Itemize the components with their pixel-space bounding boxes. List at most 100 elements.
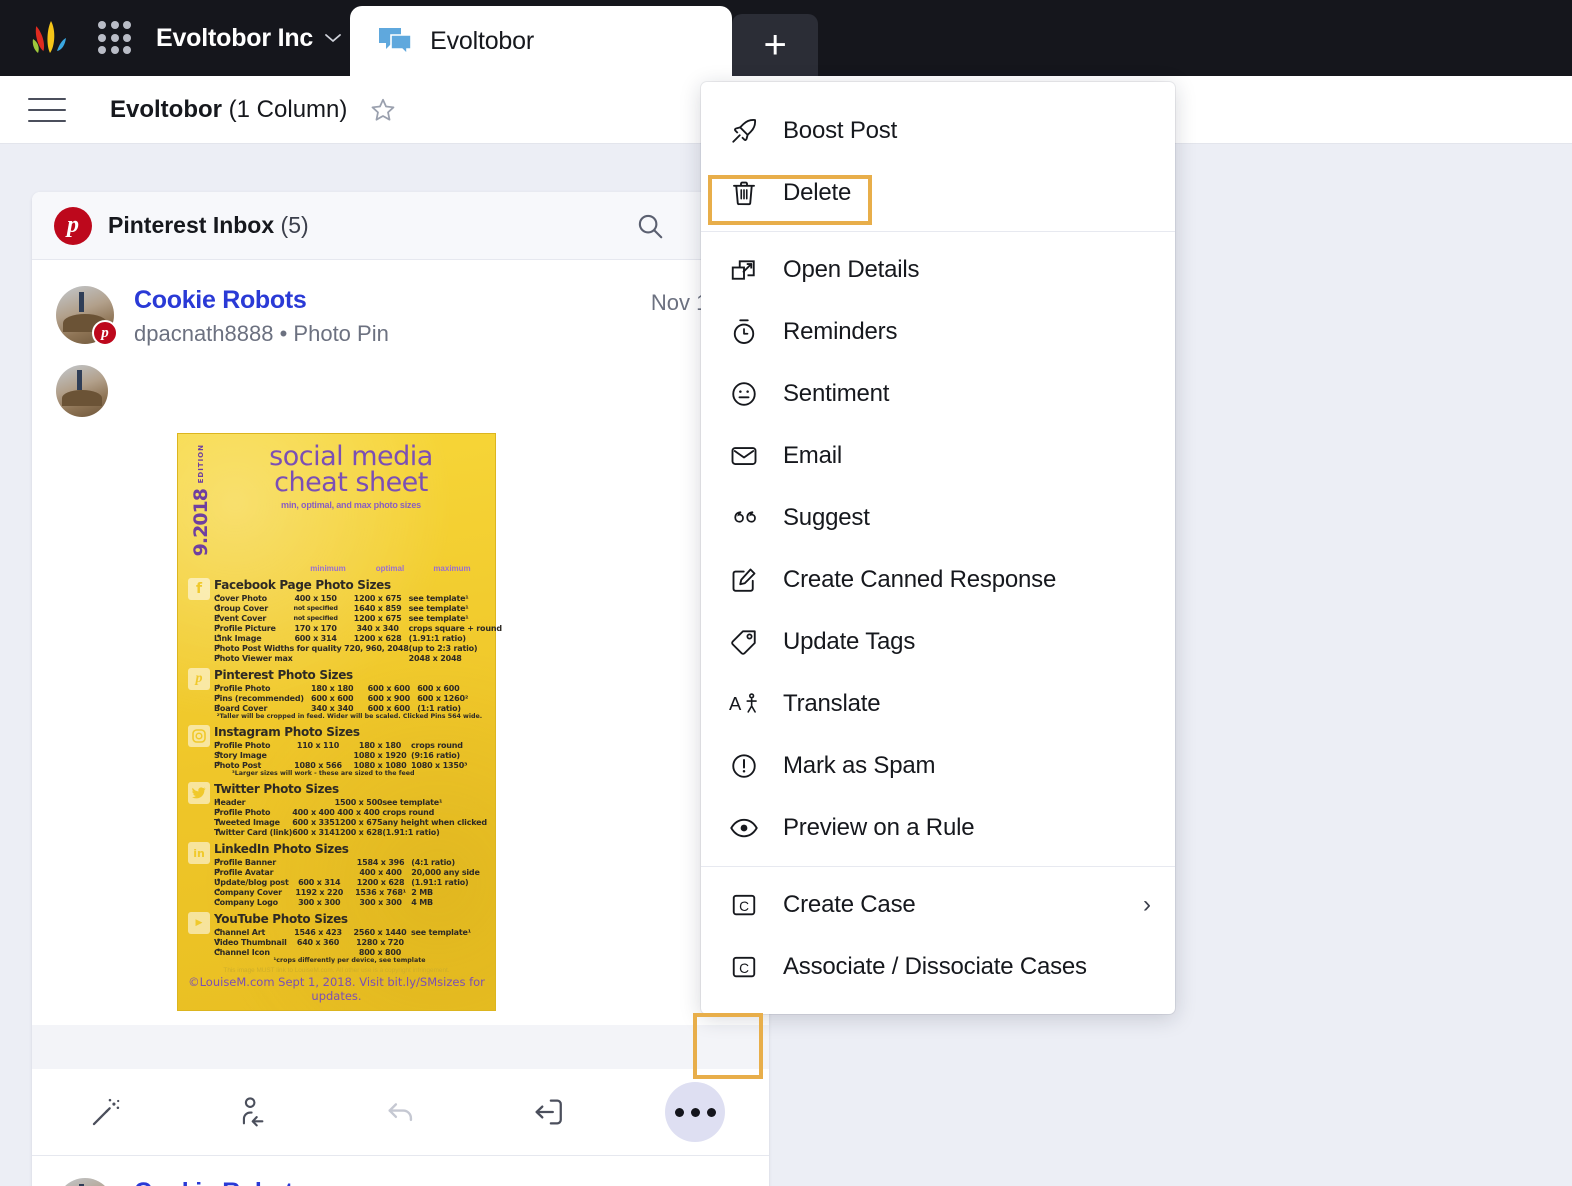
linkedin-icon: in [188,842,214,907]
table-row: Photo Post Widths for quality 720, 960, … [214,642,502,653]
menu-item-associate-dissociate-cases[interactable]: C Associate / Dissociate Cases [701,936,1175,998]
post-action-bar [32,1069,769,1156]
menu-item-suggest[interactable]: Suggest [701,487,1175,549]
table-row: Profile Photo180 x 180600 x 600600 x 600 [214,682,485,693]
action-more-options[interactable] [622,1082,769,1143]
action-smart-assist[interactable] [32,1095,179,1129]
page-title: Evoltobor (1 Column) [110,96,347,124]
menu-item-sentiment[interactable]: Sentiment [701,363,1175,425]
tab-evoltobor[interactable]: Evoltobor [350,6,733,76]
cheatsheet-disclaimer: This image MUST link to LouiseM.com. All… [223,967,450,975]
sprinklr-logo-icon[interactable] [26,15,72,61]
table-row: Photo Post1080 x 5661080 x 10801080 x 13… [214,759,485,770]
post-author[interactable]: Cookie Robots [134,1178,614,1186]
post-card[interactable]: p Cookie Robots dpacnath8888 • Photo Pin… [32,260,769,1157]
org-switcher-label[interactable]: Evoltobor Inc [156,24,313,53]
section-title: Facebook Page Photo Sizes [214,578,391,593]
social-media-cheat-sheet-image: 9.2018 EDITION social media cheat sheet … [177,433,502,1012]
menu-item-label: Suggest [783,504,870,531]
cheatsheet-section-facebook: f Facebook Page Photo Sizes Cover Photo4… [188,578,502,663]
translate-icon: A [729,689,771,719]
table-row: Event Covernot specified1200 x 675see te… [214,612,502,623]
cheatsheet-col-max: maximum [433,564,471,574]
move-out-icon [531,1095,565,1129]
menu-item-label: Reminders [783,318,898,345]
post-attachment[interactable]: 9.2018 EDITION social media cheat sheet … [32,417,769,1012]
action-move-out[interactable] [474,1095,621,1129]
more-options-icon[interactable] [665,1082,726,1143]
rocket-icon [729,116,771,146]
facebook-icon: f [188,578,214,663]
new-tab-button[interactable]: + [732,14,819,76]
cheatsheet-section-linkedin: in LinkedIn Photo Sizes Profile Banner15… [188,842,485,907]
table-row: Profile Banner1584 x 396(4:1 ratio) [214,856,485,867]
menu-item-open-details[interactable]: Open Details [701,239,1175,301]
cheatsheet-column-headers: minimum optimal maximum [188,564,485,573]
post-header: p Cookie Robots dpacnath8888 • Photo Pin… [32,1178,769,1186]
avatar[interactable]: p [56,286,118,346]
menu-item-email[interactable]: Email [701,425,1175,487]
table-row: Profile Photo400 x 400400 x 400crops rou… [214,806,487,817]
menu-item-mark-as-spam[interactable]: Mark as Spam [701,735,1175,797]
table-row: Profile Photo110 x 110180 x 180crops rou… [214,739,485,750]
cheatsheet-col-opt: optimal [375,564,405,574]
action-assign[interactable] [179,1095,326,1129]
table-row: Pins (recommended)600 x 600600 x 900600 … [214,692,485,703]
avatar[interactable]: p [56,1178,114,1186]
cheatsheet-section-instagram: Instagram Photo Sizes Profile Photo110 x… [188,725,485,777]
menu-item-label: Create Case [783,891,916,918]
top-bar: Evoltobor Inc Evoltobor + [0,0,1572,76]
menu-item-label: Translate [783,690,881,717]
tag-icon [729,627,771,657]
action-reply[interactable] [327,1095,474,1129]
menu-item-reminders[interactable]: Reminders [701,301,1175,363]
menu-item-create-case[interactable]: C Create Case › [701,874,1175,936]
post-type: Photo Pin [293,321,389,346]
menu-item-translate[interactable]: A Translate [701,673,1175,735]
table-row: Channel Art1546 x 4232560 x 1440see temp… [214,926,485,937]
post-author[interactable]: Cookie Robots [134,286,651,315]
post-body-spacer [32,1025,769,1070]
svg-text:C: C [739,961,749,976]
post-card[interactable]: p Cookie Robots dpacnath8888 • Photo Pin… [32,1156,769,1186]
case-icon: C [729,890,771,920]
chevron-down-icon[interactable] [324,32,342,44]
column-pinterest-inbox: p Pinterest Inbox (5) p Cookie Robots dp… [32,192,769,1186]
eye-icon [729,813,771,843]
column-header: p Pinterest Inbox (5) [32,192,769,260]
menu-item-update-tags[interactable]: Update Tags [701,611,1175,673]
menu-item-label: Mark as Spam [783,752,936,779]
post-handle: dpacnath8888 [134,321,274,346]
menu-item-label: Email [783,442,843,469]
tab-strip: Evoltobor + [350,0,819,76]
case-icon: C [729,952,771,982]
menu-item-preview-on-a-rule[interactable]: Preview on a Rule [701,797,1175,859]
cheatsheet-titles: social media cheat sheet min, optimal, a… [213,443,485,558]
delete-highlight-box [708,175,872,225]
pinterest-icon: p [54,206,92,245]
pinterest-icon: p [92,320,118,346]
tab-label: Evoltobor [430,26,534,55]
cheatsheet-edition-year: 9.2018 [190,489,212,557]
menu-item-label: Preview on a Rule [783,814,975,841]
twitter-icon [188,782,214,837]
cheatsheet-subtitle: min, optimal, and max photo sizes [281,500,421,511]
app-grid-icon[interactable] [98,21,132,55]
menu-item-label: Sentiment [783,380,890,407]
reply-icon [384,1095,418,1129]
table-row: Twitter Card (link)600 x 3141200 x 628(1… [214,826,487,837]
conversation-icon [378,26,412,56]
menu-item-boost-post[interactable]: Boost Post [701,100,1175,162]
search-icon[interactable] [635,211,665,241]
smart-assist-icon [89,1095,123,1129]
table-row: Link Image600 x 3141200 x 628(1.91:1 rat… [214,632,502,643]
hamburger-icon[interactable] [28,97,66,122]
edit-square-icon [729,565,771,595]
open-details-icon [729,255,771,285]
assign-user-icon [236,1095,270,1129]
cheatsheet-section-twitter: Twitter Photo Sizes Header1500 x 500see … [188,782,487,837]
post-separator: • [279,321,288,346]
star-icon[interactable] [369,96,397,124]
menu-item-create-canned-response[interactable]: Create Canned Response [701,549,1175,611]
table-row: Board Cover340 x 340600 x 600(1:1 ratio) [214,702,485,713]
